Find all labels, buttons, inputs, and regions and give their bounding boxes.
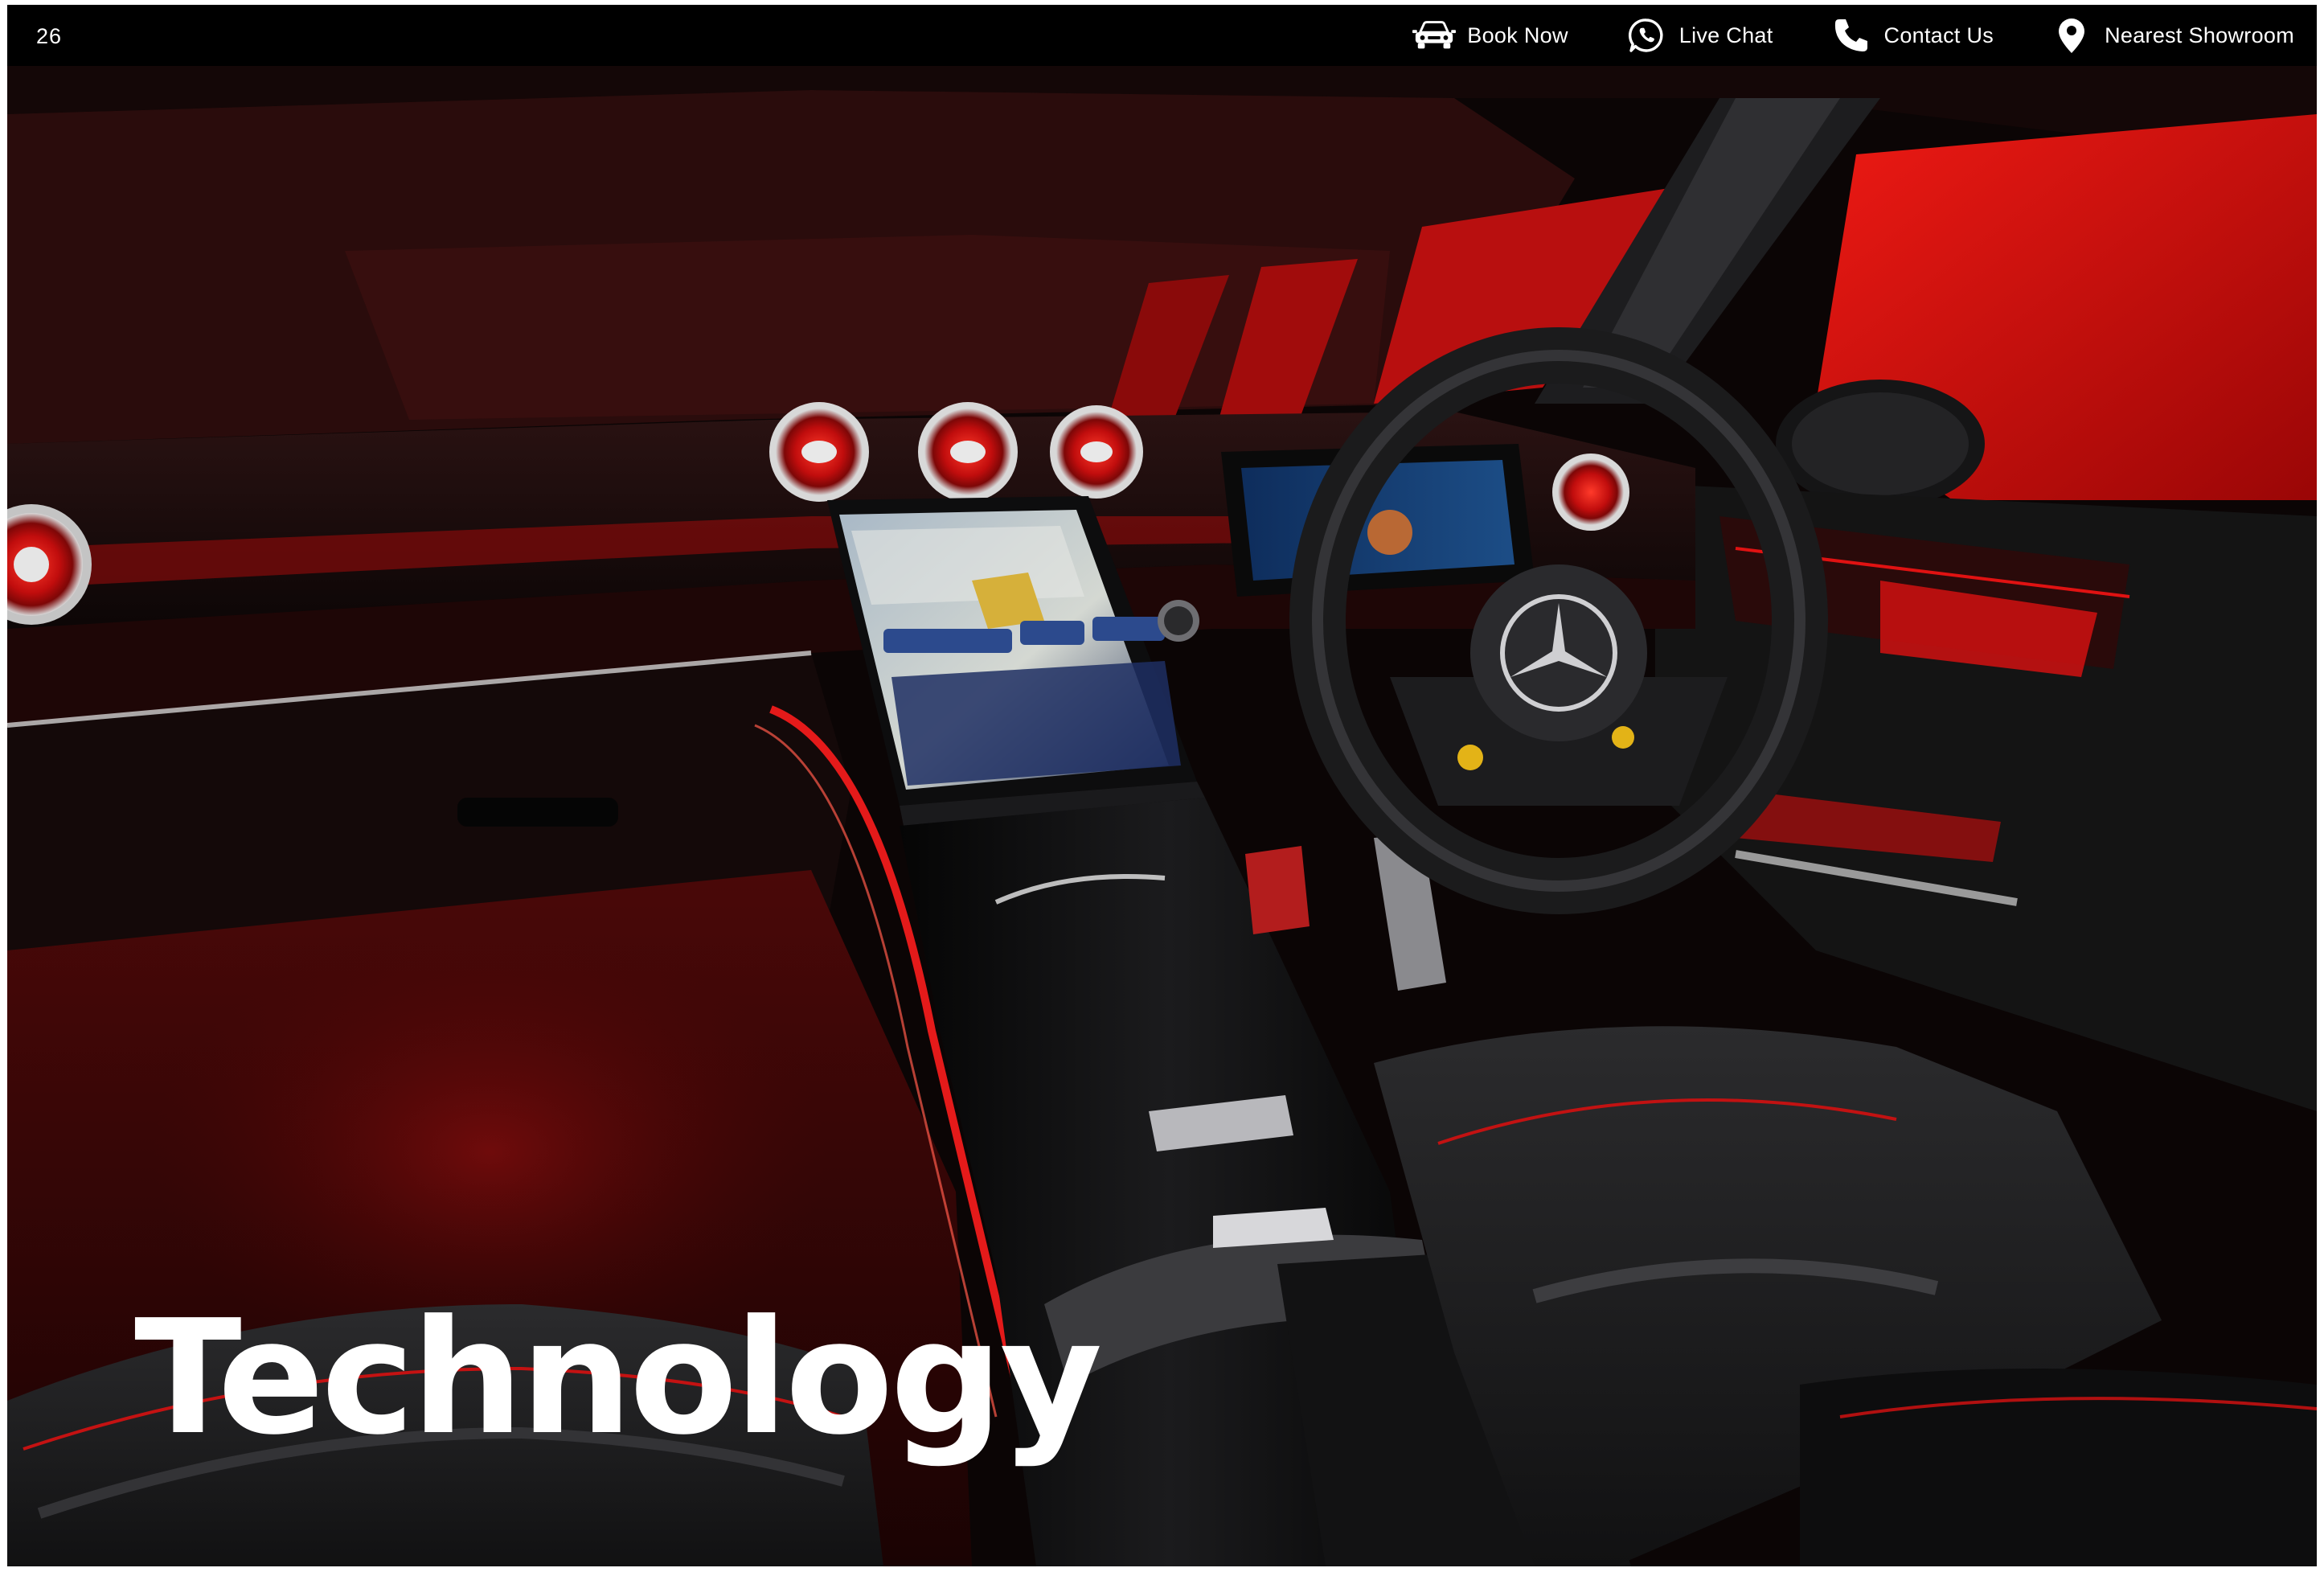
location-pin-icon: [2050, 17, 2093, 54]
vent-left: [769, 402, 869, 502]
nearest-showroom-label: Nearest Showroom: [2105, 23, 2294, 47]
brochure-page: 26 Book Now Live Chat Contact Us Nearest…: [7, 5, 2317, 1566]
page-number: 26: [36, 24, 63, 48]
nearest-showroom-button[interactable]: Nearest Showroom: [2050, 17, 2294, 54]
whatsapp-icon: [1625, 17, 1668, 54]
contact-us-label: Contact Us: [1883, 23, 1994, 47]
top-nav: Book Now Live Chat Contact Us Nearest Sh…: [1356, 5, 2294, 66]
live-chat-label: Live Chat: [1678, 23, 1773, 47]
book-now-button[interactable]: Book Now: [1412, 17, 1568, 54]
top-bar: 26 Book Now Live Chat Contact Us Nearest…: [7, 5, 2317, 66]
contact-us-button[interactable]: Contact Us: [1830, 17, 1994, 54]
page-headline: Technology: [134, 1287, 1102, 1470]
phone-icon: [1830, 17, 1873, 54]
book-now-label: Book Now: [1467, 23, 1568, 47]
live-chat-button[interactable]: Live Chat: [1625, 17, 1773, 54]
car-icon: [1412, 17, 1457, 54]
